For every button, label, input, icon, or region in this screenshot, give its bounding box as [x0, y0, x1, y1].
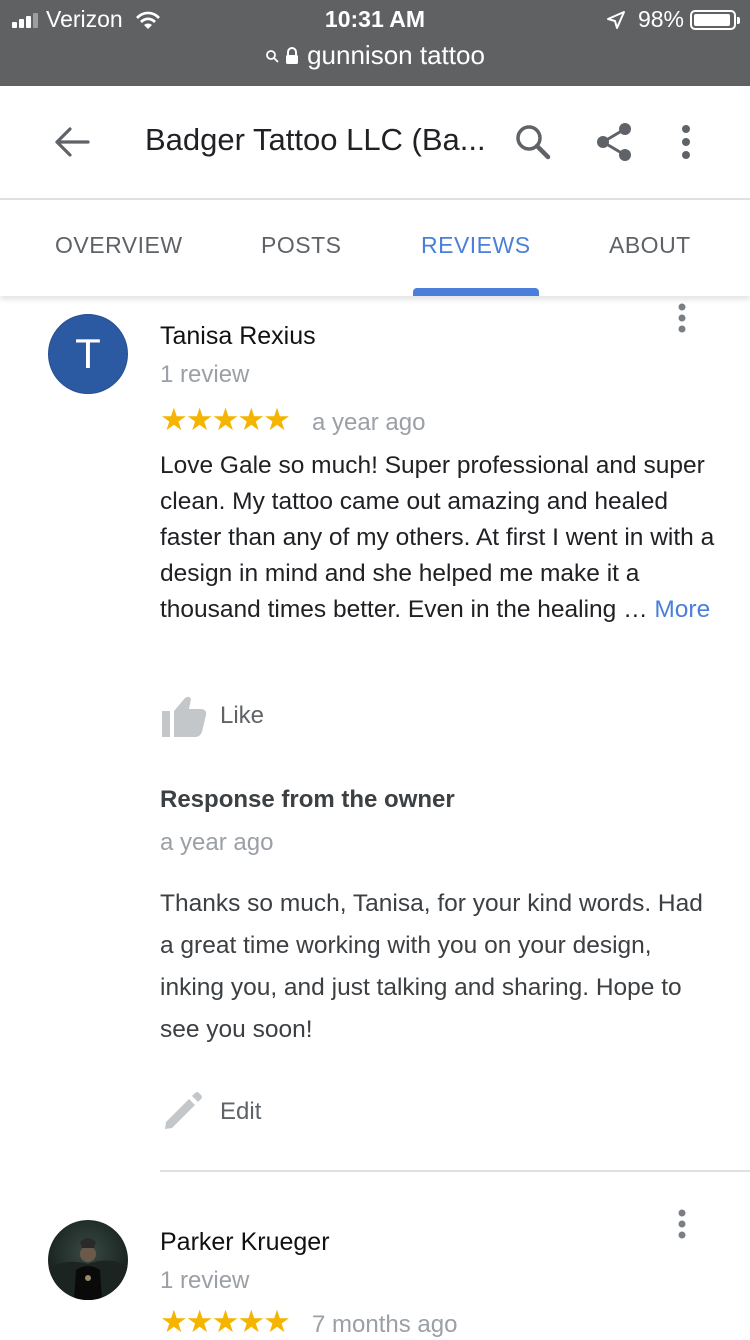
back-button[interactable] [46, 116, 98, 168]
thumb-up-icon [162, 696, 207, 737]
avatar[interactable]: T [48, 314, 128, 394]
edit-label: Edit [220, 1098, 262, 1125]
tab-indicator [413, 288, 539, 296]
review-text: Love Gale so much! Super professional an… [160, 448, 720, 628]
tab-about[interactable]: ABOUT [609, 232, 691, 259]
edit-pencil-icon [165, 1092, 202, 1129]
review-date: 7 months ago [312, 1311, 458, 1338]
url-bar[interactable]: gunnison tattoo [0, 40, 750, 71]
review-date: a year ago [312, 409, 426, 436]
tab-overview[interactable]: OVERVIEW [55, 232, 183, 259]
avatar[interactable] [48, 1220, 128, 1300]
avatar-letter: T [75, 330, 101, 377]
status-bar: Verizon 10:31 AM 98% gunnison tattoo [0, 0, 750, 86]
edit-response-button[interactable]: Edit [160, 1090, 261, 1134]
star-rating: ★★★★★ [160, 402, 291, 437]
review-body: Love Gale so much! Super professional an… [160, 452, 715, 623]
battery-icon [690, 9, 740, 30]
tab-posts[interactable]: POSTS [261, 232, 341, 259]
review-divider [160, 1170, 750, 1172]
search-button[interactable] [507, 116, 559, 168]
overflow-menu-button[interactable] [660, 116, 712, 168]
location-arrow-icon [606, 10, 625, 29]
more-vert-icon [682, 125, 690, 159]
reviewer-name[interactable]: Parker Krueger [160, 1228, 330, 1257]
url-text: gunnison tattoo [307, 40, 485, 70]
arrow-back-icon [55, 127, 90, 157]
owner-response-text: Thanks so much, Tanisa, for your kind wo… [160, 890, 703, 1043]
reviewer-name[interactable]: Tanisa Rexius [160, 322, 316, 351]
page-title: Badger Tattoo LLC (Ba... [145, 122, 486, 157]
review-count: 1 review [160, 361, 250, 388]
like-button[interactable]: Like [160, 694, 264, 738]
star-rating: ★★★★★ [160, 1304, 291, 1339]
lock-icon [286, 46, 299, 64]
like-label: Like [220, 702, 265, 729]
battery-percent: 98% [637, 6, 684, 32]
owner-response-title: Response from the owner [160, 786, 455, 813]
owner-response-date: a year ago [160, 829, 274, 856]
more-vert-icon [678, 1209, 686, 1239]
tab-bar: OVERVIEW POSTS REVIEWS ABOUT [0, 200, 750, 296]
more-link[interactable]: More [654, 596, 710, 623]
review-count: 1 review [160, 1267, 250, 1294]
share-icon [597, 123, 631, 161]
profile-photo [48, 1238, 128, 1300]
review-menu-button[interactable] [668, 1206, 696, 1242]
more-vert-icon [678, 303, 686, 333]
status-right: 98% [606, 6, 740, 33]
share-button[interactable] [588, 116, 640, 168]
review-menu-button[interactable] [668, 300, 696, 336]
tab-reviews[interactable]: REVIEWS [421, 232, 531, 259]
app-bar: Badger Tattoo LLC (Ba... [0, 86, 750, 200]
search-icon [266, 49, 279, 63]
search-icon [516, 125, 551, 160]
